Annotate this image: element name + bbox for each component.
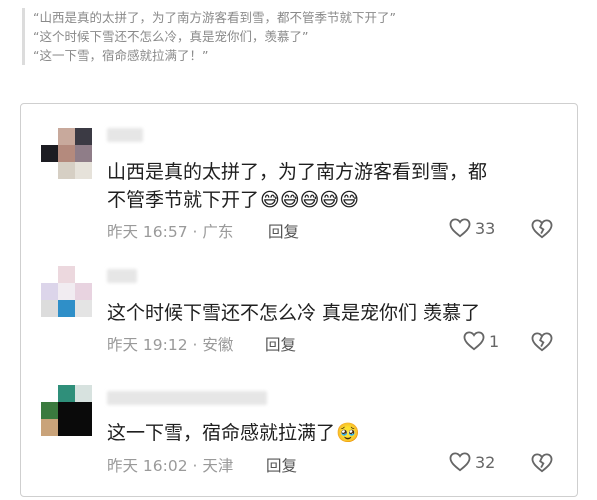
comment-text-1b: 不管季节就下开了😅😅😅😅😅 [107, 185, 359, 215]
reply-button-1[interactable]: 回复 [268, 220, 299, 242]
comment-text-2: 这个时候下雪还不怎么冷 真是宠你们 羡慕了 [107, 302, 481, 324]
quoted-comments: “山西是真的太拼了，为了南方游客看到雪，都不管季节就下开了” “这个时候下雪还不… [22, 8, 593, 65]
avatar-3[interactable] [41, 385, 93, 437]
comment-text-1b-content: 不管季节就下开了 [107, 189, 260, 211]
quote-line-2: “这个时候下雪还不怎么冷，真是宠你们，羡慕了” [33, 29, 309, 44]
comments-screenshot-card: 山西是真的太拼了，为了南方游客看到雪，都 不管季节就下开了😅😅😅😅😅 昨天 16… [20, 103, 578, 497]
avatar-1[interactable] [41, 128, 93, 180]
heart-outline-icon [449, 452, 471, 472]
quote-line-1: “山西是真的太拼了，为了南方游客看到雪，都不管季节就下开了” [33, 10, 396, 25]
grinning-sweat-emoji-icon: 😅😅😅😅😅 [260, 189, 360, 211]
broken-heart-icon [531, 219, 553, 239]
reply-button-2[interactable]: 回复 [265, 333, 296, 355]
username-blurred-3[interactable] [107, 391, 267, 405]
like-button-3[interactable]: 32 [449, 452, 495, 472]
comment-meta-2: 昨天 19:12 · 安徽 [107, 336, 234, 354]
pleading-face-emoji-icon: 🥹 [336, 422, 360, 444]
comment-text-3-content: 这一下雪，宿命感就拉满了 [107, 422, 336, 444]
heart-outline-icon [463, 331, 485, 351]
like-count-2: 1 [489, 331, 500, 351]
broken-heart-icon [531, 453, 553, 473]
dislike-button-3[interactable] [531, 453, 553, 477]
comment-meta-1: 昨天 16:57 · 广东 [107, 223, 234, 241]
username-blurred-1[interactable] [107, 128, 143, 142]
like-button-2[interactable]: 1 [463, 331, 499, 351]
reply-button-3[interactable]: 回复 [266, 454, 297, 476]
heart-outline-icon [449, 218, 471, 238]
like-count-1: 33 [475, 218, 496, 238]
broken-heart-icon [531, 332, 553, 352]
like-button-1[interactable]: 33 [449, 218, 495, 238]
quote-line-3: “这一下雪，宿命感就拉满了！” [33, 48, 209, 63]
dislike-button-1[interactable] [531, 219, 553, 243]
comment-text-3: 这一下雪，宿命感就拉满了🥹 [107, 418, 360, 448]
like-count-3: 32 [475, 452, 496, 472]
comment-text-1a: 山西是真的太拼了，为了南方游客看到雪，都 [107, 161, 488, 183]
comment-meta-3: 昨天 16:02 · 天津 [107, 457, 234, 475]
dislike-button-2[interactable] [531, 332, 553, 356]
avatar-2[interactable] [41, 266, 93, 318]
username-blurred-2[interactable] [107, 269, 137, 283]
